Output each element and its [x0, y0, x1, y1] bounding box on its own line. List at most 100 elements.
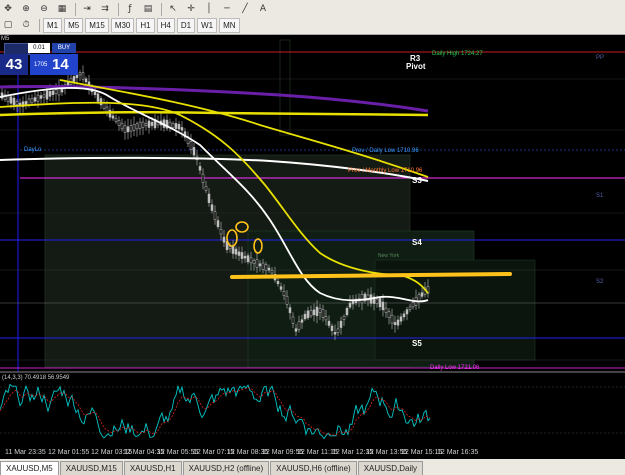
- autoscroll-icon[interactable]: ⇉: [97, 1, 113, 17]
- candle-body: [234, 248, 238, 255]
- candle-body: [303, 313, 307, 320]
- tab-xauusd-daily[interactable]: XAUUSD,Daily: [357, 461, 424, 475]
- symbol-timeframe-label: M5: [1, 36, 10, 42]
- vertical-line-icon[interactable]: │: [201, 1, 217, 17]
- candle-body: [240, 252, 244, 259]
- candle-body: [231, 245, 235, 254]
- timeframe-m1[interactable]: M1: [43, 17, 63, 33]
- candle-body: [51, 90, 55, 95]
- candle-body: [381, 301, 385, 311]
- templates-icon[interactable]: ▤: [140, 1, 156, 17]
- candle-body: [72, 76, 76, 82]
- pp-label: PP: [596, 55, 604, 61]
- candle-body: [396, 319, 400, 326]
- sell-price-display[interactable]: 43: [0, 54, 28, 75]
- indicators-icon[interactable]: ƒ: [122, 1, 138, 17]
- timeframe-mn[interactable]: MN: [219, 17, 240, 33]
- candle-body: [102, 102, 106, 109]
- prev-daily-low-label: Prev / Daily Low 1710.96: [352, 148, 419, 154]
- candle-body: [345, 307, 349, 316]
- session-box-top: [279, 39, 291, 136]
- candle-body: [81, 72, 85, 80]
- timeframe-h4[interactable]: H4: [156, 17, 175, 33]
- candle-body: [141, 121, 145, 128]
- candle-body: [375, 298, 379, 305]
- new-chart-icon[interactable]: ▢: [0, 17, 16, 33]
- buy-price-small: 1705: [34, 62, 48, 68]
- candle-body: [99, 98, 103, 106]
- horizontal-line-icon[interactable]: ─: [219, 1, 235, 17]
- candle-body: [84, 78, 88, 83]
- cursor-icon[interactable]: ↖: [165, 1, 181, 17]
- candle-body: [408, 306, 412, 310]
- candle-body: [114, 118, 118, 122]
- tab-xauusd-h2-offline[interactable]: XAUUSD,H2 (offline): [182, 461, 270, 475]
- candle-body: [96, 93, 100, 102]
- hand-icon[interactable]: ✥: [0, 1, 16, 17]
- candle-body: [123, 125, 127, 133]
- toolbar-separator: [118, 2, 119, 16]
- candle-body: [288, 307, 292, 314]
- candle-body: [111, 115, 115, 119]
- candle-body: [297, 321, 301, 330]
- toolbar-separator: [39, 18, 40, 32]
- trendline-icon[interactable]: ╱: [237, 1, 253, 17]
- candle-body: [177, 123, 181, 130]
- candle-body: [45, 90, 49, 100]
- tab-xauusd-m5[interactable]: XAUUSD,M5: [0, 461, 59, 475]
- text-tool-icon[interactable]: A: [255, 1, 271, 17]
- chart-shift-icon[interactable]: ⇥: [79, 1, 95, 17]
- timeframe-h1[interactable]: H1: [136, 17, 155, 33]
- candle-body: [117, 120, 121, 126]
- candle-body: [138, 121, 142, 129]
- lot-size-field[interactable]: 0.01: [28, 43, 50, 53]
- timeframe-m15[interactable]: M15: [85, 17, 109, 33]
- ma-purple-line: [0, 85, 429, 113]
- periods-icon[interactable]: ⏱: [18, 17, 34, 33]
- candle-body: [336, 328, 340, 333]
- candle-body: [312, 309, 316, 316]
- candle-body: [120, 122, 124, 130]
- tab-xauusd-h1[interactable]: XAUUSD,H1: [123, 461, 182, 475]
- candle-body: [12, 97, 16, 106]
- candle-body: [237, 251, 241, 256]
- timeframe-d1[interactable]: D1: [176, 17, 196, 33]
- candle-body: [258, 263, 262, 267]
- candle-body: [198, 166, 202, 171]
- candle-body: [255, 259, 259, 268]
- buy-price-box[interactable]: 1705 14: [30, 54, 78, 75]
- tile-windows-icon[interactable]: ▦: [54, 1, 70, 17]
- timeframe-w1[interactable]: W1: [197, 17, 218, 33]
- candle-body: [9, 96, 13, 104]
- candle-body: [147, 120, 151, 128]
- candle-body: [228, 246, 232, 250]
- price-chart[interactable]: Daily High 1724.27 R3 Pivot DayLo Prev /…: [0, 35, 625, 450]
- candle-body: [294, 328, 298, 332]
- candle-body: [387, 311, 391, 318]
- candle-body: [378, 298, 382, 308]
- zoom-in-icon[interactable]: ⊕: [18, 1, 34, 17]
- candle-body: [132, 124, 136, 131]
- crosshair-icon[interactable]: ✛: [183, 1, 199, 17]
- candle-body: [270, 270, 274, 274]
- candle-body: [249, 257, 253, 264]
- tab-xauusd-h6-offline[interactable]: XAUUSD,H6 (offline): [270, 461, 357, 475]
- candle-body: [267, 267, 271, 271]
- zoom-out-icon[interactable]: ⊖: [36, 1, 52, 17]
- candle-body: [189, 141, 193, 151]
- buy-price-big: 14: [52, 56, 69, 73]
- candle-body: [264, 264, 268, 272]
- candle-body: [243, 255, 247, 259]
- candle-body: [174, 123, 178, 129]
- timeframe-m5[interactable]: M5: [64, 17, 84, 33]
- toolbar-separator: [161, 2, 162, 16]
- indicator-label: (14,3,3) 70.4918 56.9549: [2, 375, 70, 381]
- timeframe-m30[interactable]: M30: [110, 17, 135, 33]
- buy-button[interactable]: BUY: [52, 43, 76, 53]
- candle-body: [384, 307, 388, 313]
- candle-body: [360, 294, 364, 304]
- s1-label: S1: [596, 193, 604, 199]
- tab-xauusd-m15[interactable]: XAUUSD,M15: [59, 461, 123, 475]
- time-label: 12 Mar 16:35: [437, 449, 479, 456]
- candle-body: [420, 292, 424, 297]
